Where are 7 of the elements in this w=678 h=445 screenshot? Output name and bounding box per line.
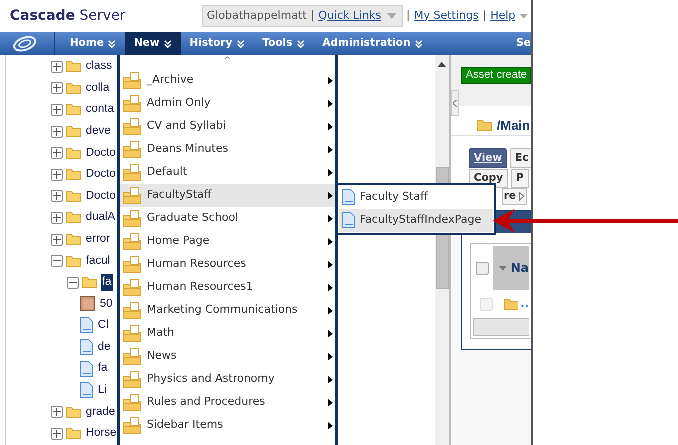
user-name: Globathappelmatt xyxy=(207,8,307,24)
separator: | xyxy=(482,8,487,24)
status-banner: Asset create xyxy=(461,67,531,84)
logo: Cascade Server xyxy=(10,6,127,26)
page-title: /Main xyxy=(497,116,530,135)
separator: | xyxy=(406,8,410,24)
separator: | xyxy=(310,8,315,24)
